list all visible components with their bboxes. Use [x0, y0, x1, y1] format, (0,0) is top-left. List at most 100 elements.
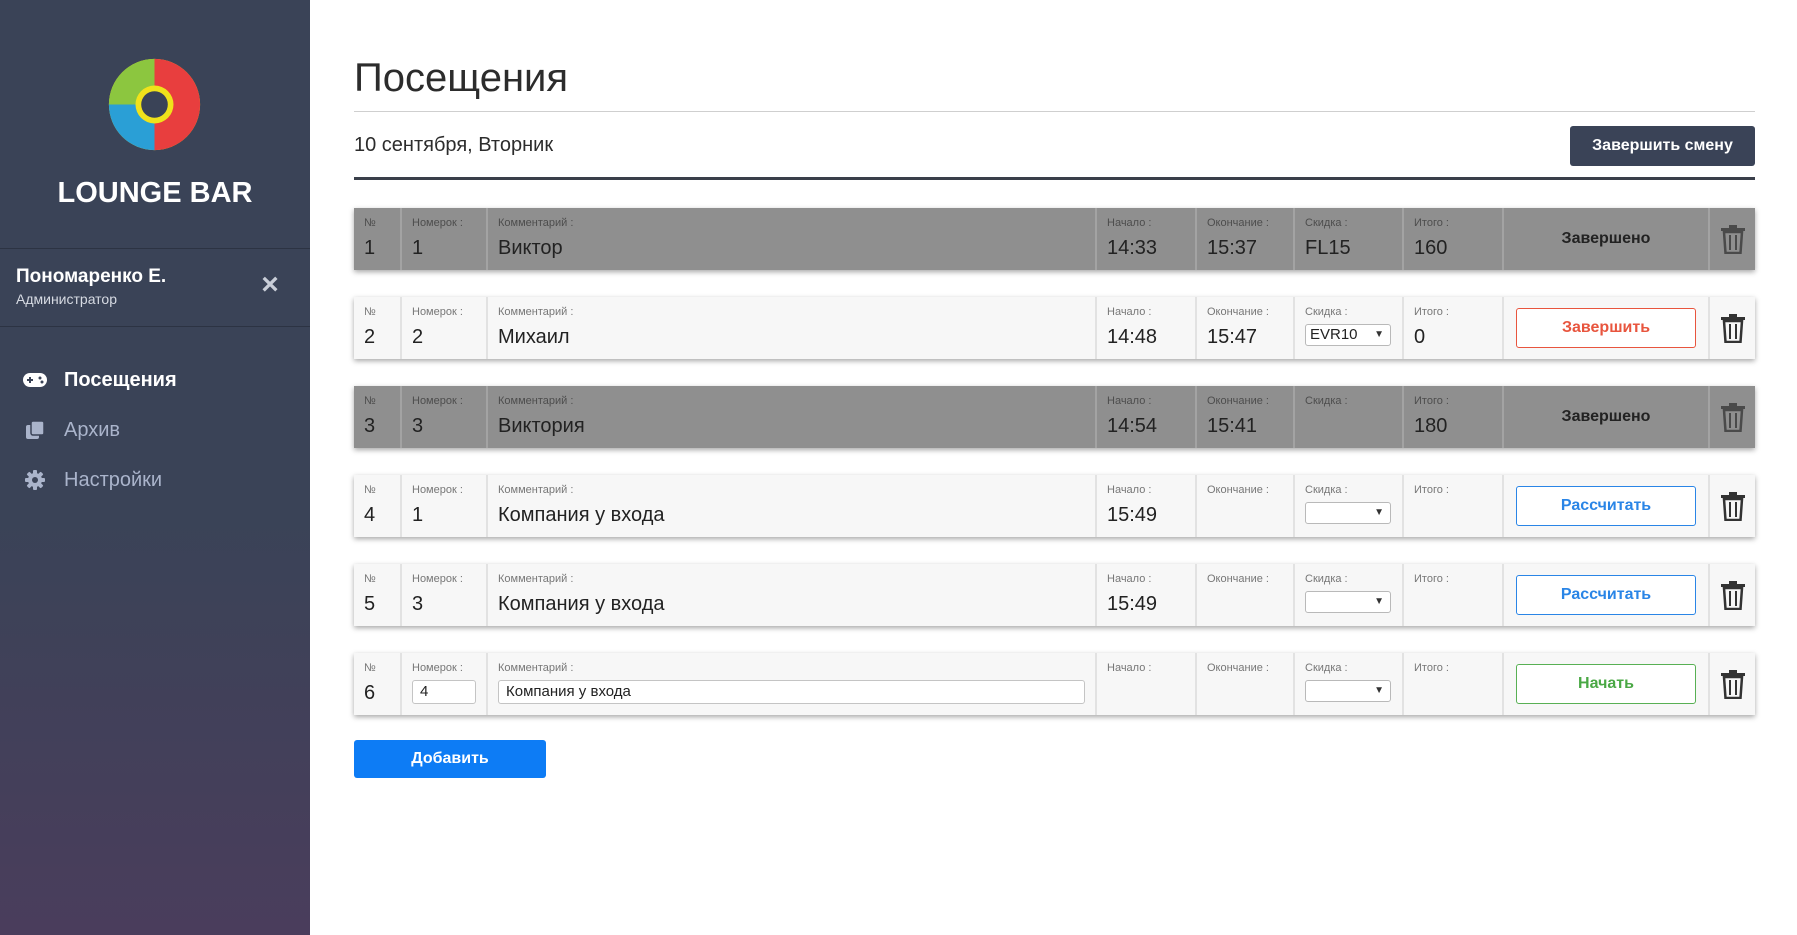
discount-select[interactable]: ▼: [1305, 680, 1391, 702]
delete-button[interactable]: [1710, 386, 1755, 448]
visit-action: Завершить: [1504, 297, 1710, 359]
trash-icon: [1720, 670, 1745, 699]
visit-token: Номерок :1: [402, 208, 488, 270]
sidebar-item-label: Архив: [64, 418, 121, 441]
visit-token: Номерок : 4: [402, 653, 488, 715]
visit-end: Окончание :: [1197, 653, 1295, 715]
sidebar-item-settings[interactable]: Настройки: [0, 455, 310, 505]
visit-discount: Скидка : ▼: [1295, 475, 1404, 537]
sidebar-item-label: Посещения: [64, 368, 177, 391]
sidebar: LOUNGE BAR Пономаренко Е. Администратор …: [0, 0, 310, 935]
visit-status: Завершено: [1504, 208, 1710, 270]
visit-action: Рассчитать: [1504, 564, 1710, 626]
user-block: Пономаренко Е. Администратор: [16, 266, 166, 307]
trash-icon: [1720, 314, 1745, 343]
visit-end: Окончание :: [1197, 475, 1295, 537]
user-name: Пономаренко Е.: [16, 266, 167, 287]
visit-row: № 5 Номерок :3 Комментарий : Компания у вх…: [354, 564, 1755, 626]
date-label: 10 сентября, Вторник: [354, 134, 554, 156]
chevron-down-icon: ▼: [1374, 329, 1384, 340]
header-divider: [354, 177, 1755, 180]
delete-button[interactable]: [1710, 208, 1755, 270]
user-role: Администратор: [16, 291, 118, 307]
visit-start: Начало :: [1097, 653, 1197, 715]
comment-input[interactable]: Компания у входа: [498, 680, 1085, 704]
status-text: Завершено: [1561, 408, 1651, 425]
visit-action: Рассчитать: [1504, 475, 1710, 537]
logo-icon: [108, 58, 201, 151]
visit-no: № 3: [354, 386, 402, 448]
page-title: Посещения: [354, 56, 569, 100]
trash-icon: [1720, 581, 1745, 610]
visit-status: Завершено: [1504, 386, 1710, 448]
visit-total: Итого :0: [1404, 297, 1504, 359]
sidebar-item-visits[interactable]: Посещения: [0, 355, 310, 405]
visit-total: Итого :: [1404, 475, 1504, 537]
delete-button[interactable]: [1710, 653, 1755, 715]
visit-total: Итого :180: [1404, 386, 1504, 448]
discount-select[interactable]: ▼: [1305, 591, 1391, 613]
visit-discount: Скидка : FL15: [1295, 208, 1404, 270]
visit-no: № 2: [354, 297, 402, 359]
visit-total: Итого :160: [1404, 208, 1504, 270]
visit-comment: Комментарий : Виктория: [488, 386, 1097, 448]
copy-icon: [22, 419, 48, 441]
title-divider: [354, 111, 1755, 112]
visit-start: Начало :14:54: [1097, 386, 1197, 448]
visit-discount: Скидка : ▼: [1295, 653, 1404, 715]
visit-total: Итого :: [1404, 653, 1504, 715]
visit-end: Окончание :15:37: [1197, 208, 1295, 270]
chevron-down-icon: ▼: [1374, 507, 1384, 518]
visit-token: Номерок :3: [402, 386, 488, 448]
calculate-button[interactable]: Рассчитать: [1516, 575, 1696, 615]
delete-button[interactable]: [1710, 475, 1755, 537]
gear-icon: [22, 469, 48, 491]
visit-token: Номерок :1: [402, 475, 488, 537]
visit-row: № 6 Номерок : 4 Комментарий : Компания у …: [354, 653, 1755, 715]
visit-no: № 4: [354, 475, 402, 537]
trash-icon: [1720, 225, 1745, 254]
sidebar-item-label: Настройки: [64, 468, 163, 491]
visit-start: Начало :14:33: [1097, 208, 1197, 270]
visit-discount: Скидка : EVR10 ▼: [1295, 297, 1404, 359]
delete-button[interactable]: [1710, 297, 1755, 359]
visit-comment: Комментарий : Виктор: [488, 208, 1097, 270]
visit-row: № 3 Номерок :3 Комментарий : Виктория Нача…: [354, 386, 1755, 448]
close-icon[interactable]: ×: [256, 270, 284, 300]
discount-select[interactable]: EVR10 ▼: [1305, 324, 1391, 346]
visit-end: Окончание :: [1197, 564, 1295, 626]
visit-token: Номерок :2: [402, 297, 488, 359]
discount-select[interactable]: ▼: [1305, 502, 1391, 524]
visit-comment: Комментарий : Компания у входа: [488, 475, 1097, 537]
calculate-button[interactable]: Рассчитать: [1516, 486, 1696, 526]
visit-comment: Комментарий : Компания у входа: [488, 653, 1097, 715]
brand-name: LOUNGE BAR: [57, 177, 253, 209]
visit-row: № 1 Номерок :1 Комментарий : Виктор Начало…: [354, 208, 1755, 270]
sidebar-divider: [0, 248, 310, 249]
end-shift-button[interactable]: Завершить смену: [1570, 126, 1755, 166]
visit-start: Начало :15:49: [1097, 564, 1197, 626]
trash-icon: [1720, 403, 1745, 432]
sidebar-item-archive[interactable]: Архив: [0, 405, 310, 455]
add-visit-button[interactable]: Добавить: [354, 740, 546, 778]
visit-end: Окончание :15:47: [1197, 297, 1295, 359]
chevron-down-icon: ▼: [1374, 596, 1384, 607]
start-button[interactable]: Начать: [1516, 664, 1696, 704]
visit-row: № 2 Номерок :2 Комментарий : Михаил Начало…: [354, 297, 1755, 359]
visit-no: № 1: [354, 208, 402, 270]
visit-row: № 4 Номерок :1 Комментарий : Компания у вх…: [354, 475, 1755, 537]
chevron-down-icon: ▼: [1374, 685, 1384, 696]
visit-discount: Скидка : ▼: [1295, 564, 1404, 626]
visit-start: Начало :14:48: [1097, 297, 1197, 359]
visit-comment: Комментарий : Компания у входа: [488, 564, 1097, 626]
visit-start: Начало :15:49: [1097, 475, 1197, 537]
visit-discount: Скидка :: [1295, 386, 1404, 448]
visit-total: Итого :: [1404, 564, 1504, 626]
token-input[interactable]: 4: [412, 680, 476, 704]
status-text: Завершено: [1561, 230, 1651, 247]
delete-button[interactable]: [1710, 564, 1755, 626]
sidebar-divider: [0, 326, 310, 327]
finish-button[interactable]: Завершить: [1516, 308, 1696, 348]
visit-no: № 6: [354, 653, 402, 715]
visit-comment: Комментарий : Михаил: [488, 297, 1097, 359]
